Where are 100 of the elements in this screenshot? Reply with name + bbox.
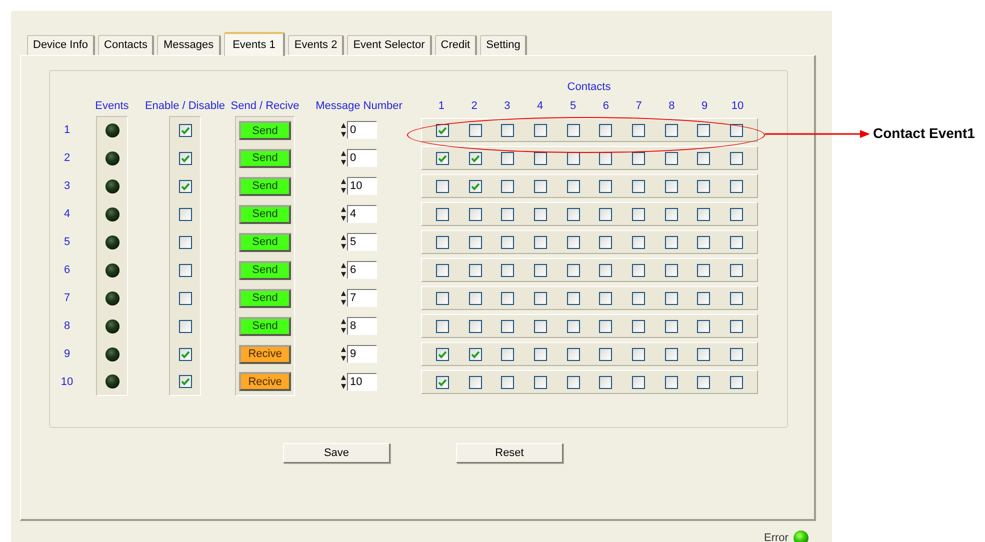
action-button[interactable]: Save xyxy=(283,443,390,463)
checkbox[interactable] xyxy=(730,124,744,136)
checkbox[interactable] xyxy=(501,376,514,388)
checkbox[interactable] xyxy=(730,152,744,164)
checkbox[interactable] xyxy=(632,124,645,136)
number-field[interactable]: 4 xyxy=(347,205,377,223)
checkbox[interactable] xyxy=(730,348,744,360)
checkbox[interactable] xyxy=(566,180,580,192)
checkbox[interactable] xyxy=(501,320,514,332)
checkbox[interactable] xyxy=(632,348,645,360)
checkbox[interactable] xyxy=(697,236,710,248)
checkbox[interactable] xyxy=(566,208,580,220)
tab[interactable]: Events 2 xyxy=(288,35,344,55)
tab[interactable]: Messages xyxy=(157,35,221,55)
tab[interactable]: Credit xyxy=(434,35,478,55)
send-button[interactable]: Send xyxy=(239,232,291,252)
checkbox[interactable] xyxy=(632,208,645,220)
checkbox[interactable] xyxy=(501,208,514,220)
checkbox[interactable] xyxy=(599,208,612,220)
checkbox[interactable] xyxy=(697,152,710,164)
checkbox[interactable] xyxy=(534,180,547,192)
checkbox[interactable] xyxy=(697,180,710,192)
checkbox[interactable] xyxy=(566,264,580,276)
checkbox[interactable] xyxy=(501,180,514,192)
receive-button[interactable]: Recive xyxy=(239,372,291,391)
checkbox[interactable] xyxy=(501,292,514,304)
checkbox[interactable] xyxy=(697,320,710,332)
checkbox[interactable] xyxy=(664,292,678,304)
checkbox[interactable] xyxy=(566,292,580,304)
checkbox[interactable] xyxy=(632,236,645,248)
checkbox[interactable] xyxy=(632,180,645,192)
checkbox[interactable] xyxy=(599,376,612,388)
checkbox[interactable] xyxy=(178,375,192,388)
checkbox[interactable] xyxy=(599,320,612,332)
checkbox[interactable] xyxy=(436,152,449,164)
checkbox[interactable] xyxy=(730,264,744,276)
checkbox[interactable] xyxy=(664,152,678,164)
checkbox[interactable] xyxy=(534,208,547,220)
checkbox[interactable] xyxy=(436,292,449,304)
checkbox[interactable] xyxy=(697,264,710,276)
checkbox[interactable] xyxy=(468,264,482,276)
checkbox[interactable] xyxy=(632,264,645,276)
checkbox[interactable] xyxy=(468,292,482,304)
number-field[interactable]: 6 xyxy=(347,261,377,279)
tab[interactable]: Events 1 xyxy=(224,32,286,56)
checkbox[interactable] xyxy=(664,124,678,136)
checkbox[interactable] xyxy=(730,236,744,248)
checkbox[interactable] xyxy=(468,236,482,248)
checkbox[interactable] xyxy=(178,264,192,276)
checkbox[interactable] xyxy=(534,152,547,164)
checkbox[interactable] xyxy=(468,208,482,220)
number-field[interactable]: 9 xyxy=(347,345,377,363)
checkbox[interactable] xyxy=(501,152,514,164)
checkbox[interactable] xyxy=(178,124,192,137)
number-field[interactable]: 5 xyxy=(347,233,377,251)
checkbox[interactable] xyxy=(178,236,192,248)
checkbox[interactable] xyxy=(468,376,482,388)
tab[interactable]: Device Info xyxy=(27,35,96,55)
checkbox[interactable] xyxy=(697,376,710,388)
checkbox[interactable] xyxy=(436,320,449,332)
checkbox[interactable] xyxy=(566,320,580,332)
checkbox[interactable] xyxy=(501,236,514,248)
send-button[interactable]: Send xyxy=(239,148,291,168)
checkbox[interactable] xyxy=(599,180,612,192)
checkbox[interactable] xyxy=(730,376,744,388)
checkbox[interactable] xyxy=(566,124,580,136)
checkbox[interactable] xyxy=(436,376,449,388)
checkbox[interactable] xyxy=(178,208,192,220)
send-button[interactable]: Send xyxy=(239,176,291,196)
checkbox[interactable] xyxy=(534,320,547,332)
checkbox[interactable] xyxy=(632,376,645,388)
checkbox[interactable] xyxy=(566,348,580,360)
checkbox[interactable] xyxy=(697,124,710,136)
checkbox[interactable] xyxy=(501,124,514,136)
checkbox[interactable] xyxy=(632,292,645,304)
send-button[interactable]: Send xyxy=(239,204,291,224)
checkbox[interactable] xyxy=(178,320,192,332)
send-button[interactable]: Send xyxy=(239,288,291,308)
number-field[interactable]: 0 xyxy=(347,121,377,139)
action-button[interactable]: Reset xyxy=(456,443,563,463)
checkbox[interactable] xyxy=(599,124,612,136)
checkbox[interactable] xyxy=(664,264,678,276)
checkbox[interactable] xyxy=(697,292,710,304)
checkbox[interactable] xyxy=(468,320,482,332)
checkbox[interactable] xyxy=(599,236,612,248)
checkbox[interactable] xyxy=(534,376,547,388)
checkbox[interactable] xyxy=(664,236,678,248)
checkbox[interactable] xyxy=(468,348,482,360)
checkbox[interactable] xyxy=(730,320,744,332)
checkbox[interactable] xyxy=(534,264,547,276)
checkbox[interactable] xyxy=(566,152,580,164)
checkbox[interactable] xyxy=(178,180,192,192)
checkbox[interactable] xyxy=(664,376,678,388)
checkbox[interactable] xyxy=(178,348,192,360)
checkbox[interactable] xyxy=(730,292,744,304)
checkbox[interactable] xyxy=(436,348,449,360)
checkbox[interactable] xyxy=(599,264,612,276)
checkbox[interactable] xyxy=(664,348,678,360)
checkbox[interactable] xyxy=(566,236,580,248)
checkbox[interactable] xyxy=(534,292,547,304)
